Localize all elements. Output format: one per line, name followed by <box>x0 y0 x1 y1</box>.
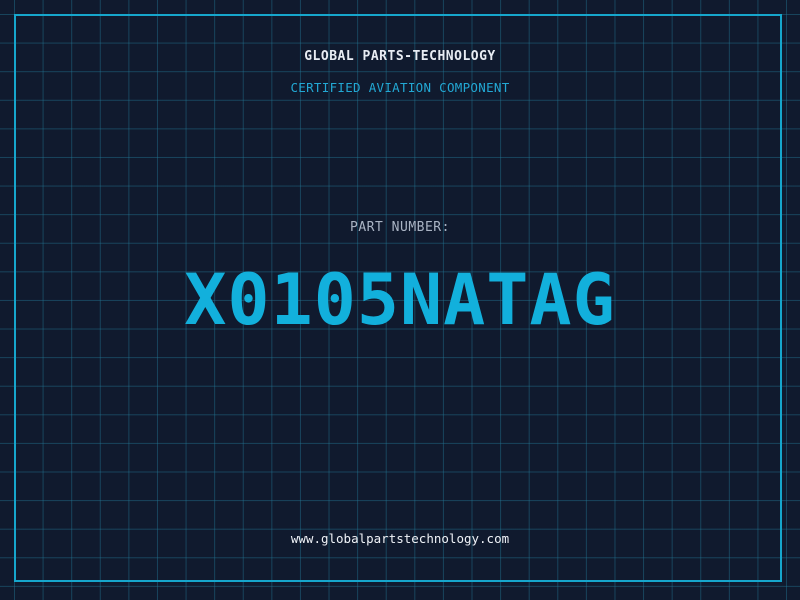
website-url: www.globalpartstechnology.com <box>290 531 510 546</box>
certification-tagline: CERTIFIED AVIATION COMPONENT <box>290 80 510 95</box>
company-name: GLOBAL PARTS-TECHNOLOGY <box>304 49 496 64</box>
part-label-card: GLOBAL PARTS-TECHNOLOGY CERTIFIED AVIATI… <box>0 0 800 600</box>
part-number-value: X0105NATAG <box>184 259 616 341</box>
part-number-label: PART NUMBER: <box>350 220 450 235</box>
